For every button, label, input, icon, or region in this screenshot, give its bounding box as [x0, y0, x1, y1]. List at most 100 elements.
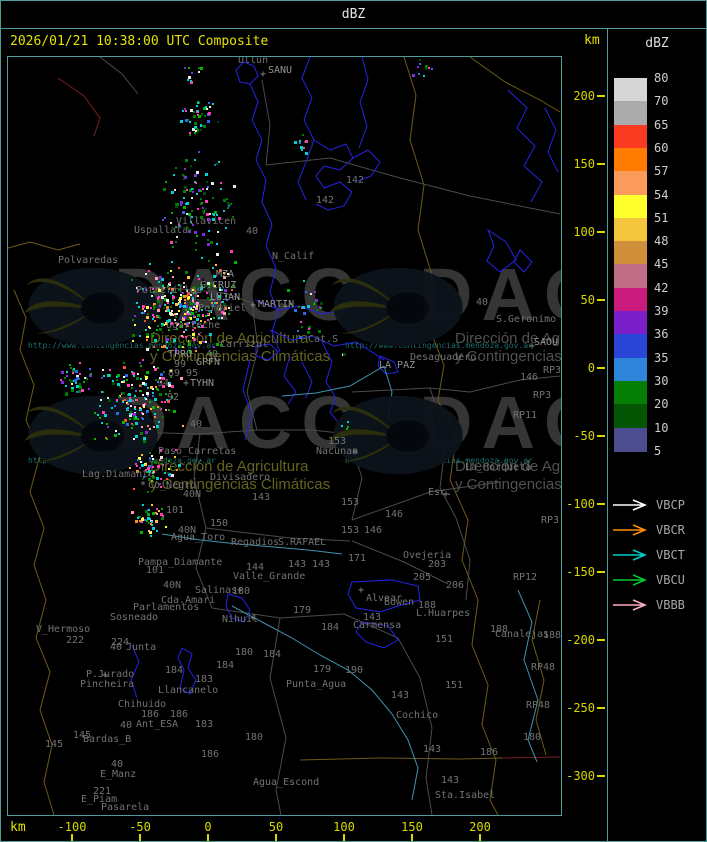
radar-echo-pixel: [159, 407, 161, 409]
radar-echo-pixel: [171, 474, 174, 477]
map-label: RP12: [513, 572, 538, 583]
radar-echo-pixel: [303, 280, 305, 282]
radar-echo-pixel: [150, 386, 153, 389]
radar-echo-pixel: [184, 313, 186, 315]
radar-echo-pixel: [146, 339, 148, 341]
map-label: SAOU: [534, 337, 559, 348]
map-label: 94: [157, 378, 170, 389]
radar-echo-pixel: [164, 217, 166, 219]
radar-echo-pixel: [203, 212, 205, 214]
radar-echo-pixel: [192, 299, 194, 301]
radar-echo-pixel: [144, 320, 146, 322]
radar-echo-pixel: [194, 132, 196, 134]
radar-echo-pixel: [220, 182, 222, 184]
scale-cell: [614, 217, 647, 242]
radar-echo-pixel: [208, 112, 211, 115]
x-axis-tick: [275, 834, 277, 841]
radar-echo-pixel: [106, 423, 108, 425]
radar-echo-pixel: [211, 182, 214, 185]
radar-echo-pixel: [115, 430, 117, 432]
radar-echo-pixel: [167, 272, 169, 274]
radar-echo-pixel: [133, 375, 135, 377]
scale-cell: [614, 287, 647, 312]
radar-echo-pixel: [186, 189, 188, 191]
radar-echo-pixel: [218, 161, 220, 163]
radar-echo-pixel: [158, 296, 160, 298]
radar-echo-pixel: [157, 325, 159, 327]
radar-echo-pixel: [131, 511, 134, 514]
radar-echo-pixel: [200, 67, 203, 70]
radar-echo-pixel: [171, 313, 173, 315]
radar-echo-pixel: [216, 253, 219, 256]
radar-echo-pixel: [140, 461, 142, 463]
radar-echo-pixel: [134, 395, 136, 397]
radar-echo-pixel: [200, 125, 202, 127]
map-label: Regadios: [231, 537, 280, 548]
radar-echo-pixel: [158, 315, 160, 317]
radar-echo-pixel: [135, 435, 138, 438]
map-label: 186: [201, 749, 220, 760]
y-axis-tick: [597, 639, 605, 641]
radar-echo-pixel: [195, 182, 197, 184]
radar-map-canvas[interactable]: DACC Dirección de Agricultura y Contingenc…: [8, 57, 561, 815]
radar-echo-pixel: [196, 235, 198, 237]
radar-echo-pixel: [142, 504, 144, 506]
scale-label: 65: [654, 117, 669, 132]
radar-echo-pixel: [319, 306, 321, 308]
radar-echo-pixel: [189, 229, 191, 231]
map-label: Sta.Isabel: [435, 790, 496, 801]
radar-echo-pixel: [203, 341, 205, 343]
scale-cell: [614, 171, 647, 196]
map-label: 183: [195, 719, 214, 730]
radar-echo-pixel: [61, 381, 64, 384]
y-axis-tick: [597, 367, 605, 369]
radar-echo-pixel: [205, 173, 208, 176]
map-label: 40: [476, 297, 489, 308]
radar-echo-pixel: [118, 396, 120, 398]
y-axis-tick: [597, 775, 605, 777]
radar-echo-pixel: [347, 426, 349, 428]
radar-echo-pixel: [146, 371, 149, 374]
radar-echo-pixel: [303, 147, 305, 149]
radar-echo-pixel: [141, 454, 143, 456]
map-label: Llancanelo: [158, 685, 219, 696]
radar-echo-pixel: [230, 203, 232, 205]
radar-echo-pixel: [144, 397, 146, 399]
radar-echo-pixel: [202, 188, 204, 190]
radar-echo-pixel: [142, 382, 145, 385]
x-axis-tick: [479, 834, 481, 841]
radar-echo-pixel: [212, 103, 214, 105]
scale-label: 48: [654, 234, 669, 249]
radar-echo-pixel: [199, 341, 202, 344]
radar-echo-pixel: [186, 213, 188, 215]
radar-echo-pixel: [347, 421, 349, 423]
radar-echo-pixel: [194, 159, 196, 161]
map-label: 222: [66, 635, 85, 646]
radar-echo-pixel: [190, 302, 193, 305]
map-label: MARTIN: [258, 299, 295, 310]
map-label: Pasarela: [101, 802, 150, 813]
radar-echo-pixel: [197, 275, 199, 277]
radar-echo-pixel: [123, 366, 126, 369]
radar-echo-pixel: [196, 193, 198, 195]
radar-echo-pixel: [116, 399, 118, 401]
radar-echo-pixel: [213, 317, 215, 319]
radar-echo-pixel: [146, 333, 149, 336]
radar-echo-pixel: [178, 346, 180, 348]
radar-echo-pixel: [139, 385, 141, 387]
scale-label: 42: [654, 280, 669, 295]
map-marker: +: [529, 341, 536, 352]
map-label: Divisadero: [210, 472, 271, 483]
radar-echo-pixel: [154, 398, 157, 401]
radar-echo-pixel: [147, 395, 149, 397]
radar-echo-pixel: [133, 488, 135, 490]
map-label: E_Manz: [100, 769, 137, 780]
radar-echo-pixel: [135, 463, 137, 465]
scale-cell: [614, 311, 647, 335]
radar-echo-pixel: [417, 66, 419, 68]
map-label: RP3: [533, 390, 552, 401]
map-label: 40: [111, 759, 124, 770]
radar-echo-pixel: [194, 303, 196, 305]
radar-echo-pixel: [135, 520, 138, 523]
scale-label: 80: [654, 71, 669, 85]
